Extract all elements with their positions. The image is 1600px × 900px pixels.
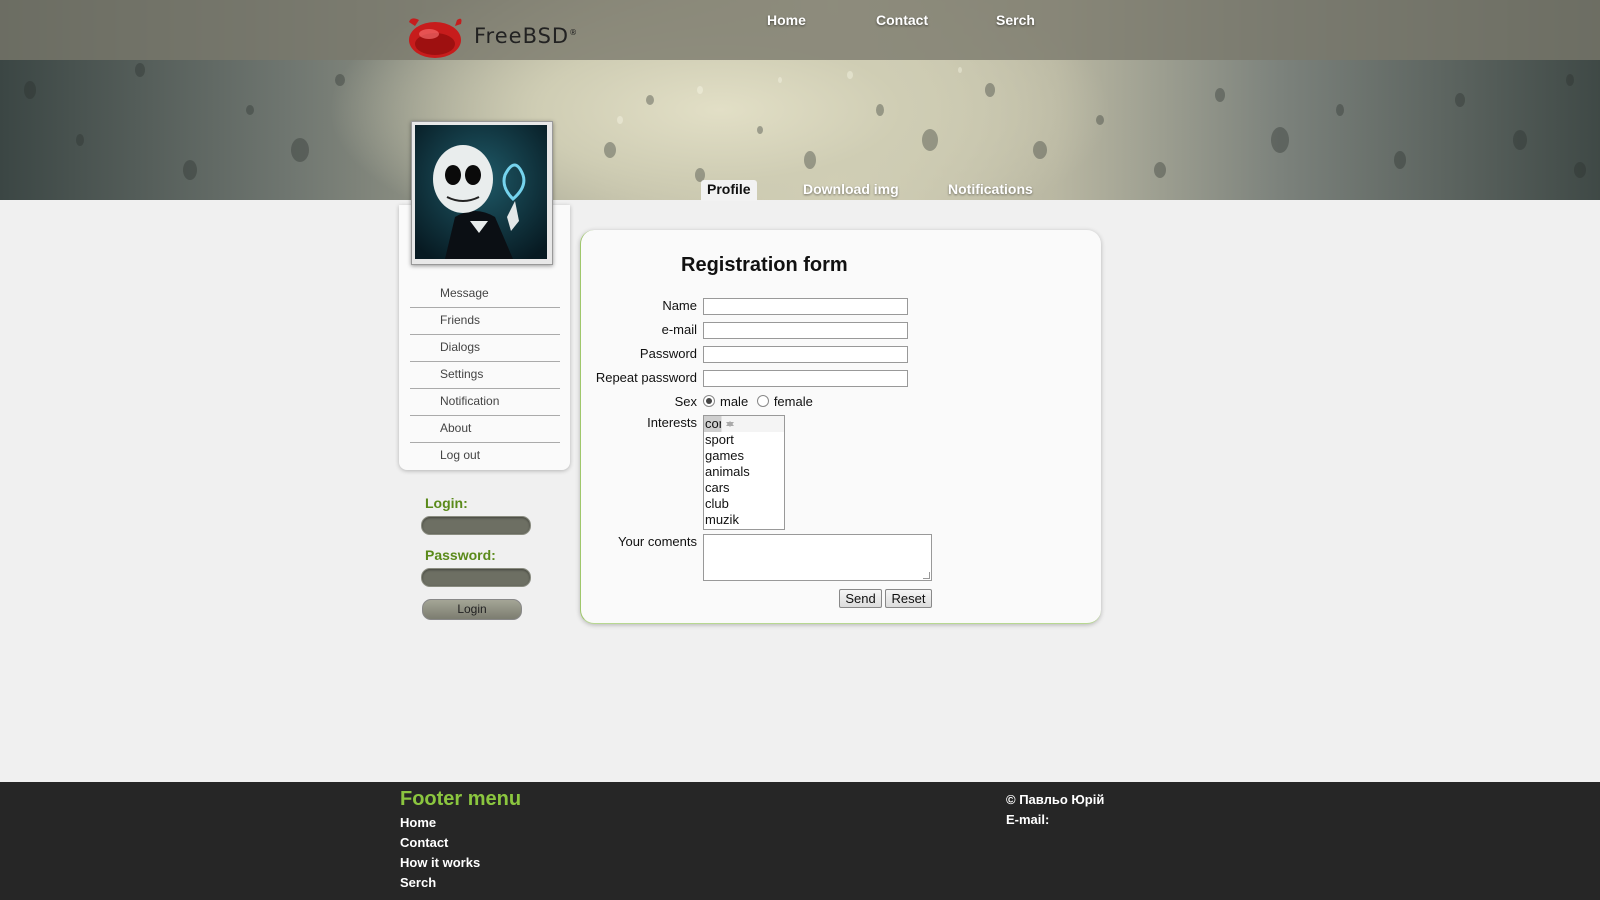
female-label: female xyxy=(773,394,813,409)
comments-label: Your coments xyxy=(617,534,697,549)
footer-link-home[interactable]: Home xyxy=(400,815,436,830)
resize-handle-icon[interactable] xyxy=(923,572,930,579)
male-label: male xyxy=(720,394,749,409)
sidebar-item-dialogs[interactable]: Dialogs xyxy=(410,335,560,362)
interest-option[interactable]: cars xyxy=(704,480,766,496)
nav-home-link[interactable]: Home xyxy=(767,12,806,28)
sidebar-item-about[interactable]: About xyxy=(410,416,560,443)
email-field[interactable] xyxy=(703,322,908,339)
interests-listbox[interactable]: computers sport games animals cars club … xyxy=(703,415,785,530)
nav-search-link[interactable]: Serch xyxy=(996,12,1035,28)
reset-button[interactable]: Reset xyxy=(885,589,932,608)
form-title: Registration form xyxy=(681,254,848,276)
send-button[interactable]: Send xyxy=(839,589,882,608)
password-label: Password: xyxy=(425,547,496,563)
logo-text: FreeBSD® xyxy=(474,24,579,48)
footer-link-contact[interactable]: Contact xyxy=(400,835,448,850)
repeat-password-field[interactable] xyxy=(703,370,908,387)
interest-option[interactable]: muzik xyxy=(704,512,766,528)
email-text: E-mail: xyxy=(1006,812,1050,827)
login-box: Login: Password: Login xyxy=(420,495,540,620)
female-radio[interactable] xyxy=(756,395,769,407)
sex-radio-group: male female xyxy=(703,394,813,409)
sidebar-item-settings[interactable]: Settings xyxy=(410,362,560,389)
interests-label: Interests xyxy=(647,415,697,430)
interest-option[interactable]: animals xyxy=(704,464,766,480)
sidebar-item-logout[interactable]: Log out xyxy=(410,443,560,469)
interest-option[interactable]: sport xyxy=(704,432,766,448)
password-label-form: Password xyxy=(639,346,697,361)
avatar-image xyxy=(415,125,547,259)
footer-link-how-it-works[interactable]: How it works xyxy=(400,855,480,870)
login-button[interactable]: Login xyxy=(422,599,522,620)
comments-textarea[interactable] xyxy=(703,534,932,581)
interest-option[interactable]: games xyxy=(704,448,766,464)
sex-label: Sex xyxy=(674,394,697,409)
footer-title: Footer menu xyxy=(400,788,522,810)
scroll-down-icon[interactable] xyxy=(726,422,734,427)
password-input[interactable] xyxy=(421,568,531,587)
tab-profile[interactable]: Profile xyxy=(701,180,757,201)
sidebar-item-friends[interactable]: Friends xyxy=(410,308,560,335)
footer xyxy=(0,782,1600,900)
tab-download-img[interactable]: Download img xyxy=(803,181,899,197)
interest-option[interactable]: club xyxy=(704,496,766,512)
name-label: Name xyxy=(662,298,697,313)
sidebar-item-notification[interactable]: Notification xyxy=(410,389,560,416)
footer-link-search[interactable]: Serch xyxy=(400,875,436,890)
password-field[interactable] xyxy=(703,346,908,363)
avatar[interactable] xyxy=(411,121,553,265)
login-input[interactable] xyxy=(421,516,531,535)
male-radio[interactable] xyxy=(703,395,715,407)
login-label: Login: xyxy=(425,495,468,511)
sidebar-menu: Message Friends Dialogs Settings Notific… xyxy=(410,281,560,469)
name-field[interactable] xyxy=(703,298,908,315)
email-label: e-mail xyxy=(661,322,697,337)
copyright-text: © Павльо Юрій xyxy=(1006,792,1105,807)
sidebar-item-message[interactable]: Message xyxy=(410,281,560,308)
top-bar xyxy=(0,0,1600,60)
tab-notifications[interactable]: Notifications xyxy=(948,181,1033,197)
listbox-scrollbar[interactable] xyxy=(721,416,784,432)
nav-contact-link[interactable]: Contact xyxy=(876,12,928,28)
repeat-password-label: Repeat password xyxy=(595,370,697,385)
